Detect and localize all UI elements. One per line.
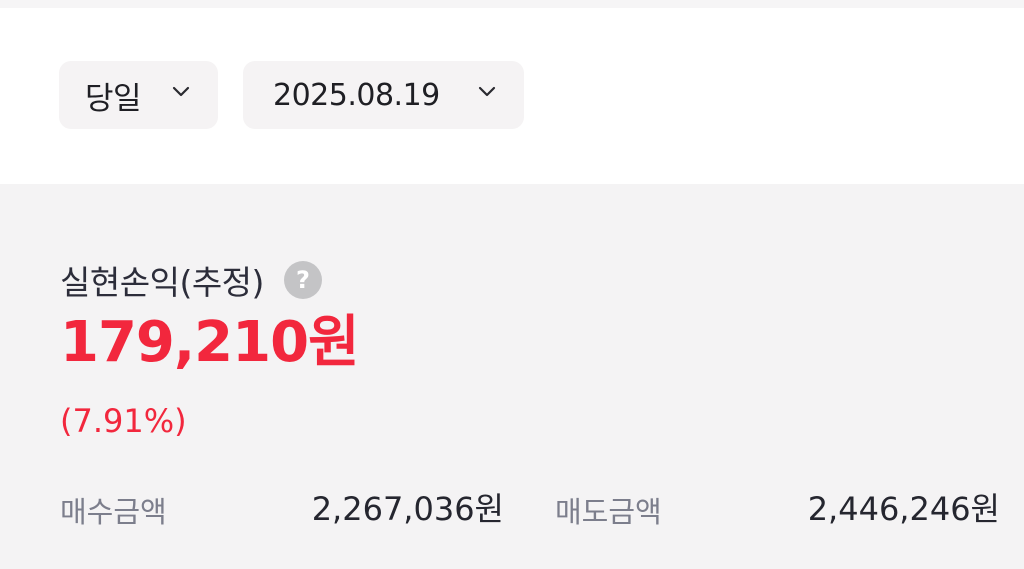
- chevron-down-icon: [478, 86, 496, 97]
- filter-bar: 당일 2025.08.19: [0, 8, 1024, 184]
- buy-amount-value: 2,267,036원: [311, 490, 504, 528]
- sell-amount-label: 매도금액: [555, 495, 662, 529]
- sell-amount-value: 2,446,246원: [807, 490, 1000, 528]
- chevron-down-icon: [172, 86, 190, 97]
- date-select[interactable]: 2025.08.19: [243, 61, 524, 129]
- pnl-title: 실현손익(추정): [60, 263, 264, 302]
- period-select-label: 당일: [85, 80, 142, 117]
- top-divider: [0, 0, 1024, 8]
- help-icon[interactable]: ?: [283, 261, 322, 299]
- buy-amount-label: 매수금액: [60, 495, 167, 529]
- date-select-label: 2025.08.19: [273, 77, 440, 113]
- pnl-amount: 179,210원: [60, 310, 360, 375]
- pnl-rate: (7.91%): [60, 402, 187, 440]
- period-select[interactable]: 당일: [59, 61, 218, 129]
- realized-pnl-panel: 실현손익(추정) ? 179,210원 (7.91%) 매수금액 2,267,0…: [0, 184, 1024, 569]
- pnl-title-row: 실현손익(추정) ?: [60, 256, 322, 304]
